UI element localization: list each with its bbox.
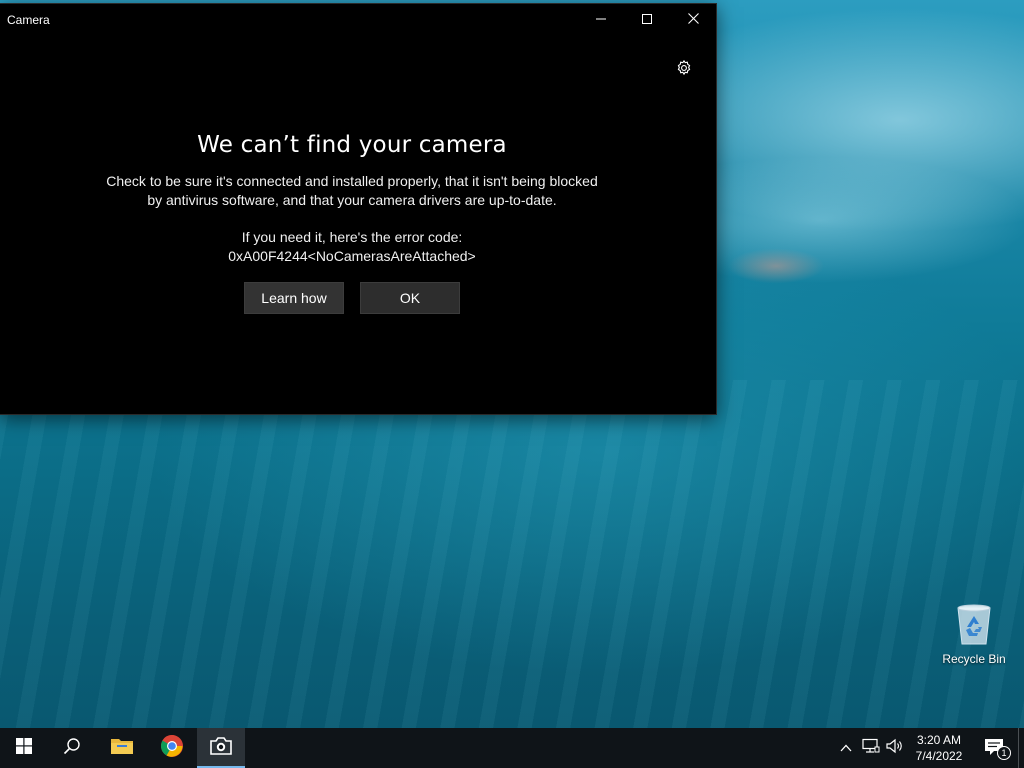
taskbar-clock[interactable]: 3:20 AM 7/4/2022 bbox=[906, 728, 972, 768]
taskbar-chrome[interactable] bbox=[148, 728, 196, 768]
desktop-icon-label: Recycle Bin bbox=[942, 652, 1006, 666]
camera-icon bbox=[209, 736, 233, 761]
volume-icon bbox=[886, 738, 904, 759]
chrome-icon bbox=[160, 734, 184, 763]
window-title: Camera bbox=[7, 13, 50, 27]
error-code: 0xA00F4244<NoCamerasAreAttached> bbox=[228, 248, 476, 264]
tray-volume-button[interactable] bbox=[883, 728, 907, 768]
tray-network-button[interactable] bbox=[859, 728, 883, 768]
error-panel: We can’t find your camera Check to be su… bbox=[0, 132, 704, 314]
wallpaper-light-rays bbox=[0, 380, 1024, 728]
clock-date: 7/4/2022 bbox=[915, 749, 963, 763]
camera-window: Camera We can’t find your camera Check t… bbox=[0, 3, 717, 415]
taskbar-camera-app[interactable] bbox=[197, 728, 245, 768]
show-desktop-button[interactable] bbox=[1018, 728, 1024, 768]
recycle-bin-icon bbox=[954, 600, 994, 646]
ok-button[interactable]: OK bbox=[360, 282, 460, 314]
network-icon bbox=[862, 738, 880, 759]
windows-logo-icon bbox=[16, 737, 32, 759]
learn-how-button[interactable]: Learn how bbox=[244, 282, 344, 314]
search-icon bbox=[63, 737, 81, 760]
dialog-buttons: Learn how OK bbox=[0, 282, 704, 314]
description-line: Check to be sure it's connected and inst… bbox=[106, 173, 598, 189]
search-button[interactable] bbox=[48, 728, 96, 768]
desktop-icon-recycle-bin[interactable]: Recycle Bin bbox=[938, 600, 1010, 672]
error-headline: We can’t find your camera bbox=[197, 132, 507, 158]
minimize-button[interactable] bbox=[578, 4, 624, 36]
description-line: by antivirus software, and that your cam… bbox=[147, 192, 557, 208]
error-description: Check to be sure it's connected and inst… bbox=[0, 172, 704, 210]
tray-show-hidden-button[interactable] bbox=[834, 728, 858, 768]
clock-time: 3:20 AM bbox=[916, 733, 962, 747]
chevron-up-icon bbox=[840, 739, 852, 757]
wallpaper-swimmer bbox=[716, 236, 846, 300]
close-icon bbox=[687, 11, 699, 29]
settings-button[interactable] bbox=[672, 58, 696, 82]
notification-count-badge: 1 bbox=[997, 746, 1011, 760]
folder-icon bbox=[110, 736, 134, 761]
error-code-intro: If you need it, here's the error code: bbox=[241, 229, 463, 245]
minimize-icon bbox=[596, 11, 606, 29]
gear-icon bbox=[675, 59, 693, 82]
error-code-block: If you need it, here's the error code: 0… bbox=[0, 228, 704, 266]
taskbar-file-explorer[interactable] bbox=[98, 728, 146, 768]
close-button[interactable] bbox=[670, 4, 716, 36]
taskbar: 3:20 AM 7/4/2022 1 bbox=[0, 728, 1024, 768]
titlebar[interactable]: Camera bbox=[0, 4, 716, 36]
maximize-icon bbox=[642, 11, 652, 29]
action-center-button[interactable]: 1 bbox=[978, 728, 1014, 768]
maximize-button[interactable] bbox=[624, 4, 670, 36]
start-button[interactable] bbox=[0, 728, 48, 768]
